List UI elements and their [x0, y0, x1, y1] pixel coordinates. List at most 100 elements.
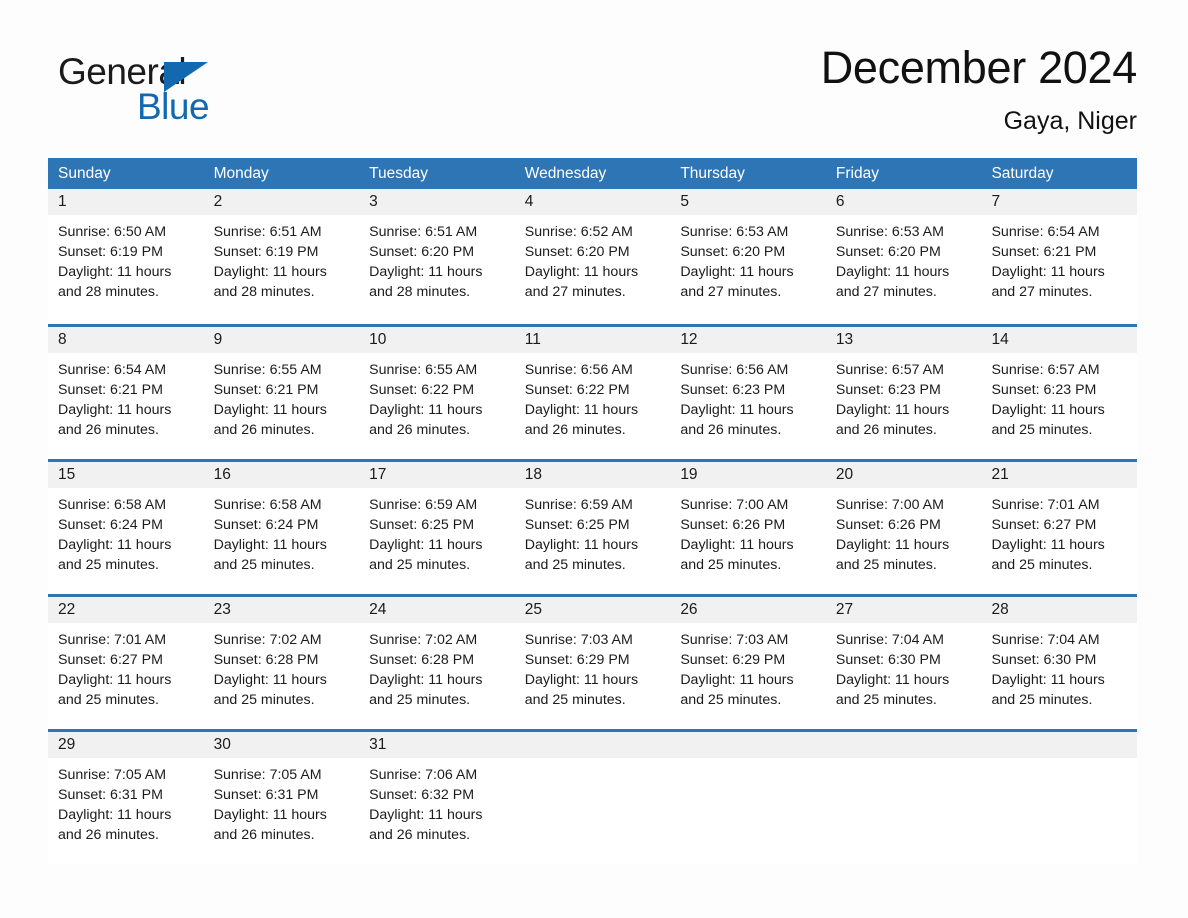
day-number: 2	[213, 193, 223, 210]
calendar-day-cell[interactable]: 14 Sunrise: 6:57 AM Sunset: 6:23 PM Dayligh…	[981, 327, 1138, 459]
brand-logo[interactable]: General Blue	[58, 50, 318, 142]
calendar-weeks: 1 Sunrise: 6:50 AM Sunset: 6:19 PM Daylight…	[48, 189, 1138, 864]
day-details: Sunrise: 7:05 AM Sunset: 6:31 PM Daylight:…	[48, 758, 204, 845]
calendar-day-cell[interactable]: 20 Sunrise: 7:00 AM Sunset: 6:26 PM Dayligh…	[825, 462, 982, 594]
calendar-day-cell[interactable]: 27 Sunrise: 7:04 AM Sunset: 6:30 PM Dayligh…	[825, 597, 982, 729]
day-number-band: 28	[981, 597, 1138, 623]
calendar-day-cell[interactable]: 16 Sunrise: 6:58 AM Sunset: 6:24 PM Dayligh…	[203, 462, 360, 594]
day-of-week-header-tuesday: Tuesday	[369, 165, 429, 182]
sunset-text: Sunset: 6:27 PM	[991, 517, 1097, 533]
day-number: 18	[524, 466, 542, 483]
day-number: 3	[369, 193, 378, 210]
calendar-day-cell[interactable]: 1 Sunrise: 6:50 AM Sunset: 6:19 PM Daylight…	[48, 189, 204, 324]
calendar-day-cell[interactable]: 15 Sunrise: 6:58 AM Sunset: 6:24 PM Dayligh…	[48, 462, 204, 594]
calendar-day-cell[interactable]: 5 Sunrise: 6:53 AM Sunset: 6:20 PM Daylight…	[670, 189, 826, 324]
calendar-day-cell[interactable]: 28 Sunrise: 7:04 AM Sunset: 6:30 PM Dayligh…	[981, 597, 1138, 729]
day-number-band: 7	[981, 189, 1138, 215]
sunrise-text: Sunrise: 7:05 AM	[58, 767, 167, 783]
page-subtitle: Gaya, Niger	[1003, 107, 1137, 135]
calendar-grid: Sunday Monday Tuesday Wednesday Thursday Frid…	[48, 158, 1138, 864]
day-number-band: 11	[514, 327, 671, 353]
day-number-band: 20	[825, 462, 982, 488]
calendar-page: General Blue December 2024 Gaya, Niger S…	[0, 0, 1188, 918]
day-number: 1	[58, 193, 67, 210]
brand-name-blue: Blue	[137, 86, 210, 127]
day-number-band: 10	[359, 327, 515, 353]
calendar-day-cell[interactable]: 25 Sunrise: 7:03 AM Sunset: 6:29 PM Dayligh…	[514, 597, 671, 729]
sunrise-text: Sunrise: 7:03 AM	[524, 632, 633, 648]
day-details: Sunrise: 7:04 AM Sunset: 6:30 PM Daylight:…	[981, 623, 1137, 710]
calendar-day-cell[interactable]: 11 Sunrise: 6:56 AM Sunset: 6:22 PM Dayligh…	[514, 327, 671, 459]
day-number-band: 30	[203, 732, 360, 758]
calendar-day-cell-empty	[981, 732, 1138, 864]
sunrise-text: Sunrise: 7:02 AM	[213, 632, 322, 648]
sunrise-text: Sunrise: 6:55 AM	[213, 362, 322, 378]
sunset-text: Sunset: 6:19 PM	[58, 244, 163, 260]
calendar-day-cell[interactable]: 4 Sunrise: 6:52 AM Sunset: 6:20 PM Daylight…	[514, 189, 671, 324]
sunrise-text: Sunrise: 6:57 AM	[991, 362, 1100, 378]
calendar-day-cell[interactable]: 31 Sunrise: 7:06 AM Sunset: 6:32 PM Dayligh…	[359, 732, 515, 864]
day-number-band: 12	[670, 327, 826, 353]
day-of-week-header-wednesday: Wednesday	[524, 165, 607, 182]
daylight-text-line1: Daylight: 11 hours	[680, 537, 794, 553]
calendar-day-cell[interactable]: 29 Sunrise: 7:05 AM Sunset: 6:31 PM Dayligh…	[48, 732, 204, 864]
day-number: 17	[369, 466, 387, 483]
calendar-day-cell[interactable]: 24 Sunrise: 7:02 AM Sunset: 6:28 PM Dayligh…	[359, 597, 515, 729]
day-number: 24	[369, 601, 387, 618]
sunrise-text: Sunrise: 6:56 AM	[680, 362, 789, 378]
sunset-text: Sunset: 6:24 PM	[58, 517, 163, 533]
calendar-day-cell[interactable]: 23 Sunrise: 7:02 AM Sunset: 6:28 PM Dayligh…	[203, 597, 360, 729]
calendar-day-cell[interactable]: 26 Sunrise: 7:03 AM Sunset: 6:29 PM Dayligh…	[670, 597, 826, 729]
day-number: 26	[680, 601, 698, 618]
day-number-band: 23	[203, 597, 360, 623]
daylight-text-line1: Daylight: 11 hours	[58, 537, 172, 553]
day-number-band: 22	[48, 597, 204, 623]
daylight-text-line1: Daylight: 11 hours	[369, 402, 483, 418]
calendar-day-cell[interactable]: 17 Sunrise: 6:59 AM Sunset: 6:25 PM Dayligh…	[359, 462, 515, 594]
calendar-day-cell[interactable]: 8 Sunrise: 6:54 AM Sunset: 6:21 PM Daylight…	[48, 327, 204, 459]
sunrise-text: Sunrise: 7:00 AM	[835, 497, 944, 513]
calendar-day-cell[interactable]: 12 Sunrise: 6:56 AM Sunset: 6:23 PM Dayligh…	[670, 327, 826, 459]
calendar-day-cell[interactable]: 6 Sunrise: 6:53 AM Sunset: 6:20 PM Daylight…	[825, 189, 982, 324]
calendar-day-cell[interactable]: 30 Sunrise: 7:05 AM Sunset: 6:31 PM Dayligh…	[203, 732, 360, 864]
day-number: 23	[213, 601, 231, 618]
sunset-text: Sunset: 6:23 PM	[680, 382, 786, 398]
calendar-day-cell[interactable]: 9 Sunrise: 6:55 AM Sunset: 6:21 PM Daylight…	[203, 327, 360, 459]
day-number-band	[670, 732, 826, 758]
calendar-day-cell-empty	[825, 732, 982, 864]
daylight-text-line1: Daylight: 11 hours	[835, 672, 950, 688]
daylight-text-line2: and 26 minutes.	[58, 827, 159, 843]
calendar-day-cell[interactable]: 22 Sunrise: 7:01 AM Sunset: 6:27 PM Dayligh…	[48, 597, 204, 729]
sunrise-text: Sunrise: 6:53 AM	[680, 224, 789, 240]
day-number-band: 5	[670, 189, 826, 215]
day-details: Sunrise: 6:59 AM Sunset: 6:25 PM Daylight:…	[359, 488, 515, 575]
calendar-day-cell[interactable]: 18 Sunrise: 6:59 AM Sunset: 6:25 PM Dayligh…	[514, 462, 671, 594]
sunset-text: Sunset: 6:22 PM	[369, 382, 475, 398]
daylight-text-line1: Daylight: 11 hours	[369, 537, 483, 553]
day-number: 13	[835, 331, 854, 348]
daylight-text-line2: and 25 minutes.	[524, 557, 626, 573]
sunset-text: Sunset: 6:29 PM	[524, 652, 630, 668]
daylight-text-line2: and 26 minutes.	[835, 422, 937, 438]
sunset-text: Sunset: 6:26 PM	[680, 517, 786, 533]
sunrise-text: Sunrise: 6:58 AM	[58, 497, 167, 513]
calendar-day-cell[interactable]: 7 Sunrise: 6:54 AM Sunset: 6:21 PM Daylight…	[981, 189, 1138, 324]
daylight-text-line1: Daylight: 11 hours	[213, 672, 327, 688]
calendar-day-cell[interactable]: 10 Sunrise: 6:55 AM Sunset: 6:22 PM Dayligh…	[359, 327, 515, 459]
calendar-day-cell[interactable]: 3 Sunrise: 6:51 AM Sunset: 6:20 PM Daylight…	[359, 189, 515, 324]
sunset-text: Sunset: 6:19 PM	[213, 244, 319, 260]
sunrise-text: Sunrise: 6:59 AM	[524, 497, 633, 513]
day-of-week-header-row: Sunday Monday Tuesday Wednesday Thursday Frid…	[48, 158, 1137, 189]
sunrise-text: Sunrise: 6:59 AM	[369, 497, 478, 513]
day-details: Sunrise: 6:53 AM Sunset: 6:20 PM Daylight:…	[826, 215, 982, 302]
daylight-text-line2: and 25 minutes.	[835, 692, 937, 708]
calendar-day-cell[interactable]: 19 Sunrise: 7:00 AM Sunset: 6:26 PM Dayligh…	[670, 462, 826, 594]
sunrise-text: Sunrise: 7:06 AM	[369, 767, 478, 783]
calendar-day-cell[interactable]: 2 Sunrise: 6:51 AM Sunset: 6:19 PM Daylight…	[203, 189, 360, 324]
calendar-day-cell[interactable]: 21 Sunrise: 7:01 AM Sunset: 6:27 PM Dayligh…	[981, 462, 1138, 594]
calendar-day-cell[interactable]: 13 Sunrise: 6:57 AM Sunset: 6:23 PM Dayligh…	[825, 327, 982, 459]
day-number-band: 1	[48, 189, 204, 215]
daylight-text-line2: and 27 minutes.	[680, 284, 782, 300]
daylight-text-line2: and 25 minutes.	[991, 422, 1093, 438]
day-details: Sunrise: 6:59 AM Sunset: 6:25 PM Daylight:…	[515, 488, 671, 575]
